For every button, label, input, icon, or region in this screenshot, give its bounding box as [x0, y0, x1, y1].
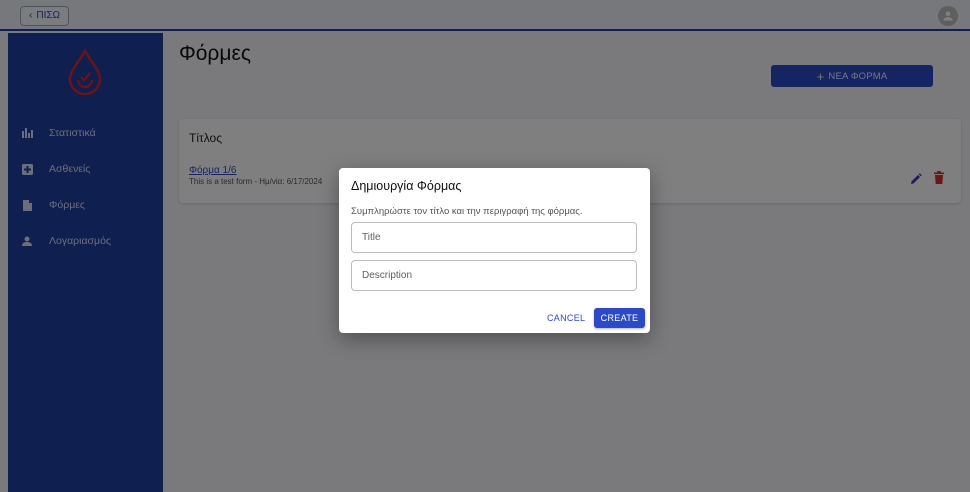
- description-input[interactable]: [351, 260, 637, 291]
- title-input[interactable]: [351, 222, 637, 253]
- dialog-title: Δημιουργία Φόρμας: [351, 179, 462, 193]
- create-form-dialog: Δημιουργία Φόρμας Συμπληρώστε τον τίτλο …: [339, 168, 650, 333]
- cancel-button[interactable]: CANCEL: [543, 308, 589, 328]
- dialog-text: Συμπληρώστε τον τίτλο και την περιγραφή …: [351, 206, 583, 217]
- create-button[interactable]: CREATE: [594, 308, 645, 328]
